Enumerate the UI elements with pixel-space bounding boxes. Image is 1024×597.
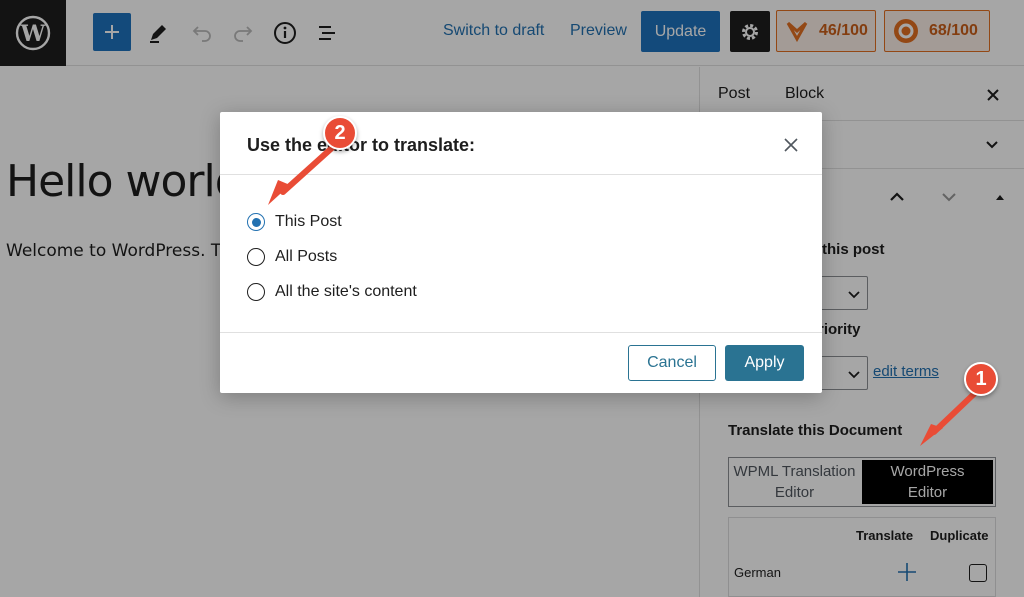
radio-button[interactable] — [247, 248, 265, 266]
radio-label: This Post — [275, 213, 342, 230]
radio-label: All the site's content — [275, 283, 417, 300]
radio-option-this-post[interactable]: This Post — [247, 213, 342, 231]
close-icon[interactable] — [780, 134, 802, 156]
radio-option-all-site-content[interactable]: All the site's content — [247, 283, 417, 301]
dialog-divider — [220, 332, 822, 333]
radio-label: All Posts — [275, 248, 338, 265]
radio-button[interactable] — [247, 283, 265, 301]
apply-button[interactable]: Apply — [725, 345, 804, 381]
dialog-title: Use the editor to translate: — [247, 135, 476, 155]
cancel-button[interactable]: Cancel — [628, 345, 716, 381]
dialog-divider — [220, 174, 822, 175]
annotation-badge-1: 1 — [964, 362, 998, 396]
annotation-badge-2: 2 — [323, 116, 357, 150]
translate-editor-dialog: Use the editor to translate: This Post A… — [220, 112, 822, 393]
radio-option-all-posts[interactable]: All Posts — [247, 248, 337, 266]
radio-button[interactable] — [247, 213, 265, 231]
